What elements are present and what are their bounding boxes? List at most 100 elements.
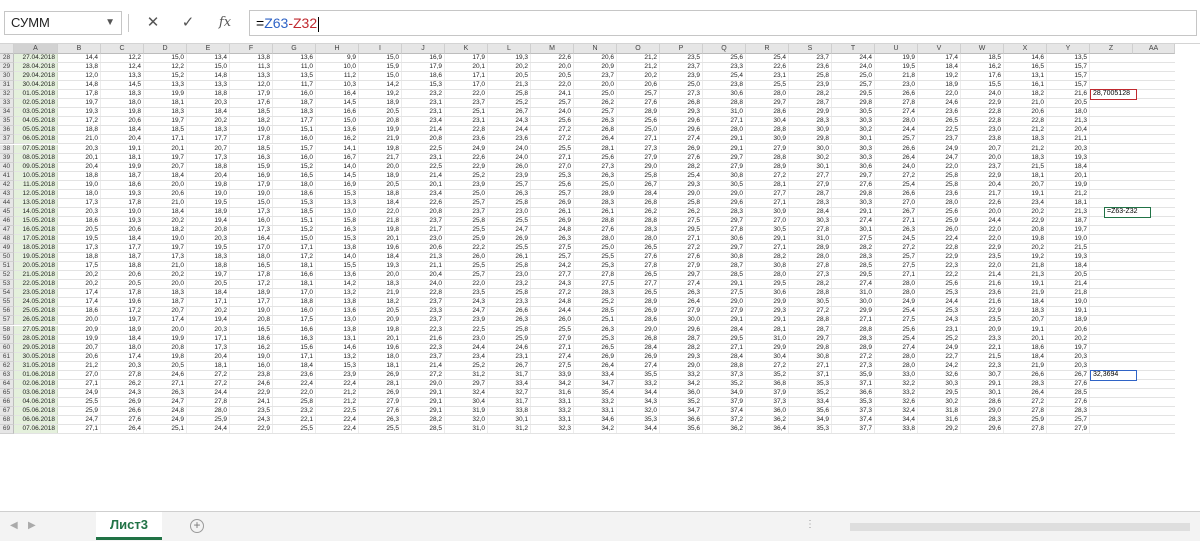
data-cell[interactable]: 28,3 bbox=[574, 289, 617, 298]
data-cell[interactable]: 18,4 bbox=[101, 334, 144, 343]
data-cell[interactable]: 25,3 bbox=[531, 171, 574, 180]
data-cell[interactable]: 23,1 bbox=[402, 108, 445, 117]
data-cell[interactable]: 15,5 bbox=[961, 81, 1004, 90]
data-cell[interactable]: 28,2 bbox=[660, 343, 703, 352]
data-cell[interactable]: 19,9 bbox=[101, 162, 144, 171]
data-cell[interactable]: 18,6 bbox=[1004, 343, 1047, 352]
data-cell[interactable]: 24,7 bbox=[488, 225, 531, 234]
date-cell[interactable]: 16.05.2018 bbox=[14, 225, 58, 234]
data-cell[interactable]: 22,6 bbox=[746, 63, 789, 72]
data-cell[interactable]: 15,3 bbox=[316, 189, 359, 198]
data-cell[interactable]: 17,1 bbox=[273, 352, 316, 361]
date-cell[interactable]: 04.05.2018 bbox=[14, 117, 58, 126]
data-cell[interactable]: 21,6 bbox=[961, 280, 1004, 289]
data-cell[interactable]: 20,6 bbox=[1047, 325, 1090, 334]
data-cell[interactable]: 16,0 bbox=[273, 135, 316, 144]
data-cell[interactable]: 15,0 bbox=[144, 54, 187, 62]
data-cell[interactable]: 18,6 bbox=[402, 72, 445, 81]
data-cell[interactable]: 18,3 bbox=[187, 126, 230, 135]
data-cell[interactable]: 23,0 bbox=[445, 334, 488, 343]
data-cell[interactable]: 31,0 bbox=[832, 289, 875, 298]
data-cell[interactable]: 23,1 bbox=[445, 117, 488, 126]
data-cell[interactable]: 23,6 bbox=[961, 289, 1004, 298]
data-cell[interactable]: 28,7 bbox=[703, 262, 746, 271]
data-cell[interactable]: 20,8 bbox=[359, 117, 402, 126]
data-cell[interactable]: 25,4 bbox=[703, 72, 746, 81]
data-cell[interactable]: 16,1 bbox=[1004, 81, 1047, 90]
data-cell[interactable]: 20,5 bbox=[187, 280, 230, 289]
data-cell[interactable]: 20,7 bbox=[1004, 316, 1047, 325]
data-cell[interactable]: 21,4 bbox=[1047, 280, 1090, 289]
data-cell[interactable]: 20,7 bbox=[144, 162, 187, 171]
data-cell[interactable]: 14,6 bbox=[1004, 54, 1047, 62]
data-cell[interactable]: 18,3 bbox=[1004, 307, 1047, 316]
data-cell[interactable]: 14,8 bbox=[187, 72, 230, 81]
data-cell[interactable]: 19,8 bbox=[1004, 235, 1047, 243]
data-cell[interactable]: 20,0 bbox=[144, 280, 187, 289]
data-cell[interactable]: 20,5 bbox=[144, 361, 187, 370]
data-cell[interactable]: 28,8 bbox=[617, 216, 660, 225]
data-cell[interactable]: 13,3 bbox=[187, 81, 230, 90]
date-cell[interactable]: 13.05.2018 bbox=[14, 198, 58, 207]
data-cell[interactable]: 24,0 bbox=[402, 280, 445, 289]
row-header[interactable]: 46 bbox=[0, 216, 14, 226]
data-cell[interactable]: 19,0 bbox=[230, 352, 273, 361]
data-cell[interactable]: 23,7 bbox=[574, 72, 617, 81]
row-header[interactable]: 62 bbox=[0, 361, 14, 371]
column-header-r[interactable]: R bbox=[746, 44, 789, 54]
data-cell[interactable]: 20,2 bbox=[144, 216, 187, 225]
column-header-o[interactable]: O bbox=[617, 44, 660, 54]
data-cell[interactable]: 21,1 bbox=[1047, 135, 1090, 144]
data-cell[interactable]: 29,1 bbox=[746, 235, 789, 243]
enter-icon[interactable]: ✓ bbox=[175, 12, 201, 34]
data-cell[interactable]: 37,1 bbox=[789, 370, 832, 379]
data-cell[interactable]: 27,8 bbox=[574, 271, 617, 280]
row-header[interactable]: 32 bbox=[0, 90, 14, 100]
row-header[interactable]: 59 bbox=[0, 334, 14, 344]
data-cell[interactable]: 23,1 bbox=[402, 153, 445, 162]
date-cell[interactable]: 18.05.2018 bbox=[14, 244, 58, 253]
data-cell[interactable]: 27,0 bbox=[58, 370, 101, 379]
data-cell[interactable]: 29,1 bbox=[746, 316, 789, 325]
data-cell[interactable]: 24,7 bbox=[918, 153, 961, 162]
data-cell[interactable]: 17,9 bbox=[445, 54, 488, 62]
data-cell[interactable]: 24,3 bbox=[918, 316, 961, 325]
data-cell[interactable]: 21,0 bbox=[58, 135, 101, 144]
data-cell[interactable]: 18,1 bbox=[144, 99, 187, 108]
row-header[interactable]: 30 bbox=[0, 72, 14, 82]
row-header[interactable]: 43 bbox=[0, 189, 14, 199]
date-cell[interactable]: 12.05.2018 bbox=[14, 189, 58, 198]
formula-input[interactable]: =Z63-Z32 bbox=[249, 10, 1197, 36]
data-cell[interactable]: 23,9 bbox=[660, 72, 703, 81]
data-cell[interactable]: 22,7 bbox=[918, 352, 961, 361]
data-cell[interactable]: 26,3 bbox=[660, 289, 703, 298]
data-cell[interactable]: 26,3 bbox=[574, 171, 617, 180]
data-cell[interactable]: 13,6 bbox=[316, 126, 359, 135]
data-cell[interactable]: 24,6 bbox=[918, 99, 961, 108]
data-cell[interactable]: 25,5 bbox=[58, 397, 101, 406]
data-cell[interactable]: 21,8 bbox=[359, 216, 402, 225]
data-cell[interactable]: 17,7 bbox=[230, 298, 273, 307]
data-cell[interactable]: 27,4 bbox=[660, 135, 703, 144]
data-cell[interactable]: 17,2 bbox=[273, 253, 316, 262]
date-cell[interactable]: 07.06.2018 bbox=[14, 425, 58, 434]
data-cell[interactable]: 20,5 bbox=[359, 180, 402, 189]
data-cell[interactable]: 21,2 bbox=[617, 54, 660, 62]
data-cell[interactable]: 16,9 bbox=[230, 171, 273, 180]
data-cell[interactable]: 14,5 bbox=[316, 99, 359, 108]
data-cell[interactable]: 25,8 bbox=[488, 325, 531, 334]
data-cell[interactable]: 25,7 bbox=[445, 271, 488, 280]
data-cell[interactable]: 16,5 bbox=[1004, 63, 1047, 72]
date-cell[interactable]: 27.04.2018 bbox=[14, 54, 58, 62]
data-cell[interactable]: 21,6 bbox=[961, 298, 1004, 307]
data-cell[interactable]: 17,5 bbox=[58, 262, 101, 271]
data-cell[interactable]: 30,2 bbox=[789, 153, 832, 162]
date-cell[interactable]: 01.06.2018 bbox=[14, 370, 58, 379]
row-header[interactable]: 35 bbox=[0, 117, 14, 127]
data-cell[interactable]: 18,7 bbox=[1047, 216, 1090, 225]
data-cell[interactable]: 30,5 bbox=[789, 298, 832, 307]
data-cell[interactable]: 18,8 bbox=[187, 262, 230, 271]
data-cell[interactable]: 20,4 bbox=[58, 162, 101, 171]
data-cell[interactable]: 25,4 bbox=[660, 171, 703, 180]
data-cell[interactable]: 23,3 bbox=[703, 63, 746, 72]
